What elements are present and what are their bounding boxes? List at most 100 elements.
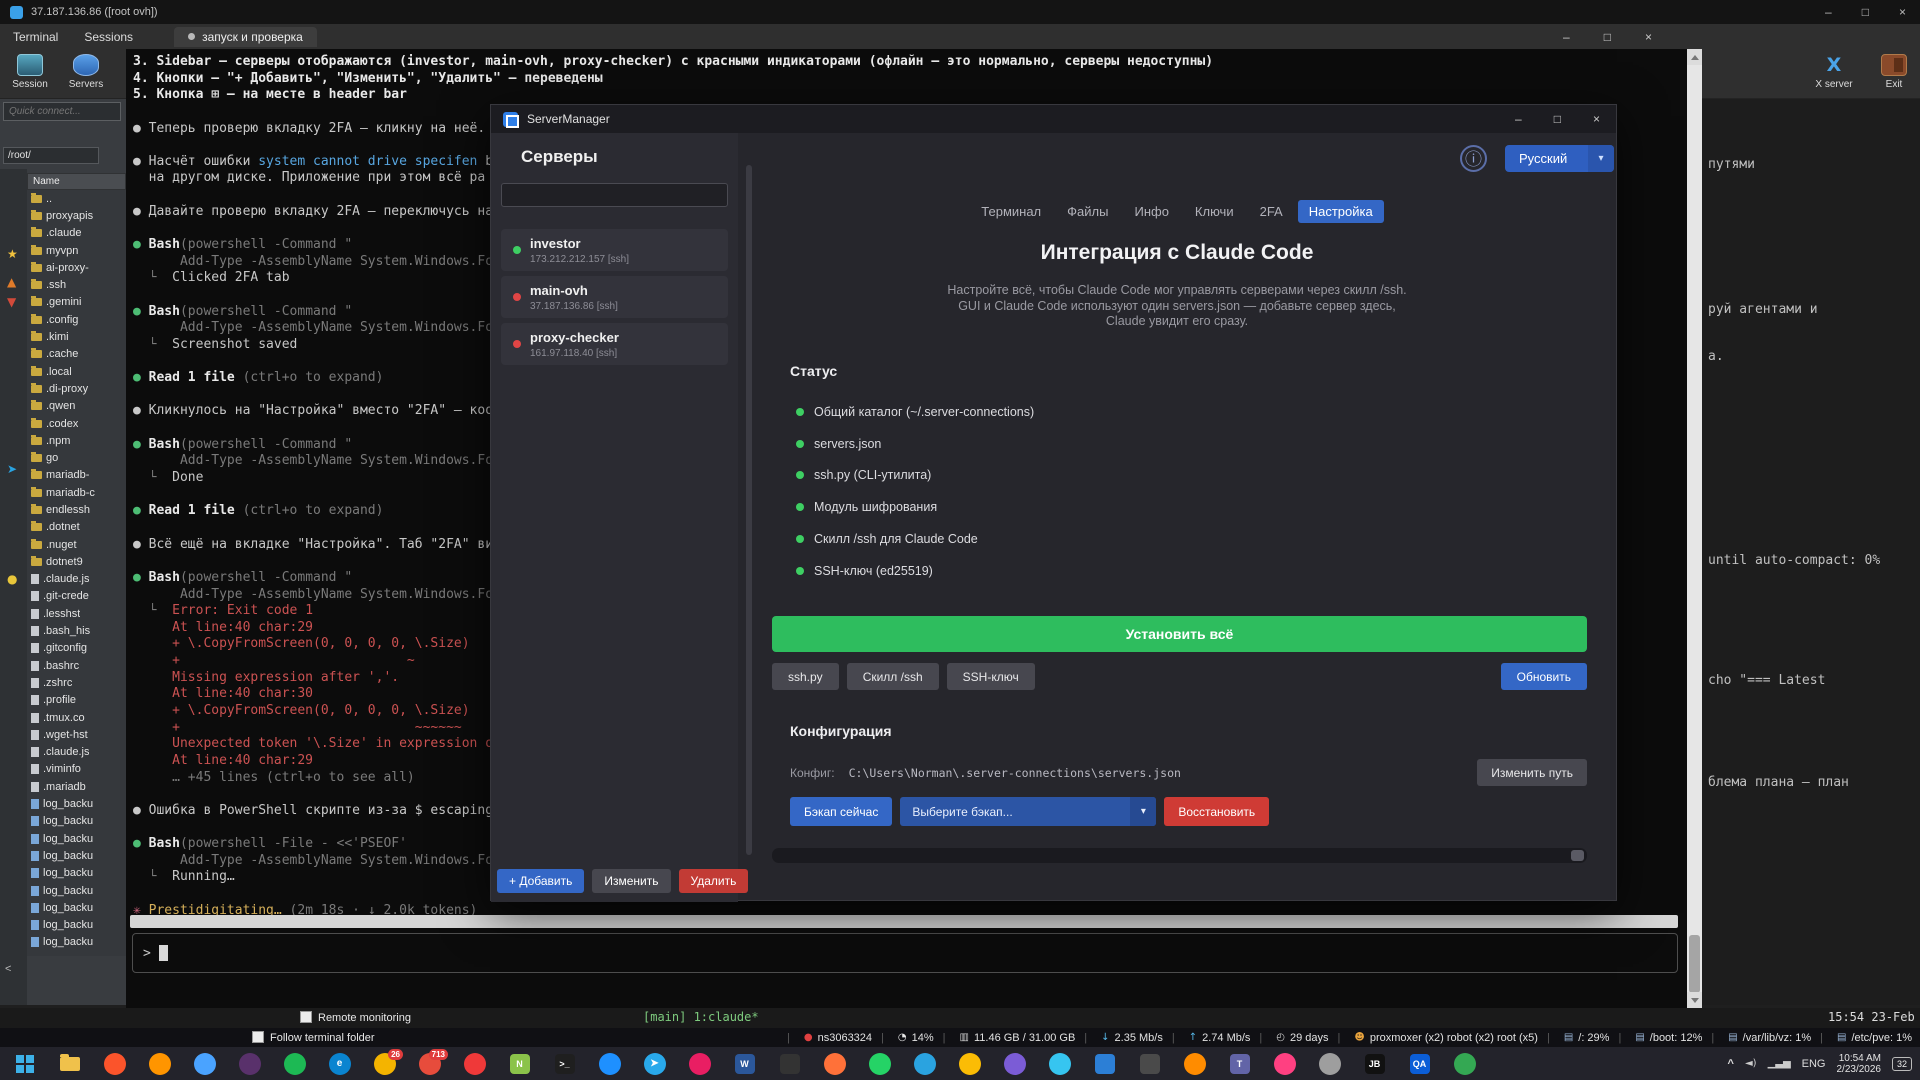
file-tree-row[interactable]: .dotnet: [27, 519, 126, 536]
file-tree-row[interactable]: log_backu: [27, 934, 126, 951]
taskbar-app-button[interactable]: e: [317, 1047, 362, 1080]
taskbar-app-button[interactable]: [182, 1047, 227, 1080]
window-control-icon[interactable]: –: [1563, 30, 1570, 44]
file-tree-row[interactable]: .ssh: [27, 276, 126, 293]
file-tree-row[interactable]: .di-proxy: [27, 380, 126, 397]
refresh-button[interactable]: Обновить: [1501, 663, 1587, 690]
file-tree-row[interactable]: myvpn: [27, 242, 126, 259]
component-install-button[interactable]: Скилл /ssh: [847, 663, 939, 690]
taskbar-app-button[interactable]: JB: [1352, 1047, 1397, 1080]
file-tree-row[interactable]: .kimi: [27, 328, 126, 345]
notification-center-icon[interactable]: 32: [1892, 1057, 1912, 1071]
servers-button[interactable]: Servers: [58, 54, 114, 90]
window-control-icon[interactable]: ×: [1899, 5, 1906, 19]
taskbar-app-button[interactable]: N: [497, 1047, 542, 1080]
taskbar-app-button[interactable]: [452, 1047, 497, 1080]
file-tree-row[interactable]: dotnet9: [27, 553, 126, 570]
taskbar-app-button[interactable]: >_: [542, 1047, 587, 1080]
file-tree-row[interactable]: .tmux.co: [27, 709, 126, 726]
component-install-button[interactable]: SSH-ключ: [947, 663, 1035, 690]
taskbar-app-button[interactable]: [587, 1047, 632, 1080]
taskbar-app-button[interactable]: 26: [362, 1047, 407, 1080]
taskbar-app-button[interactable]: [1172, 1047, 1217, 1080]
quick-connect-input[interactable]: [3, 102, 121, 121]
volume-icon[interactable]: ◄): [1745, 1058, 1757, 1069]
server-list-item[interactable]: main-ovh 37.187.136.86 [ssh]: [501, 276, 728, 318]
sidebar-icon[interactable]: ▼: [7, 295, 16, 309]
file-tree-row[interactable]: .viminfo: [27, 761, 126, 778]
window-control-icon[interactable]: ×: [1645, 30, 1652, 44]
scroll-up-icon[interactable]: [1687, 49, 1702, 65]
taskbar-app-button[interactable]: T: [1217, 1047, 1262, 1080]
file-tree-row[interactable]: .config: [27, 311, 126, 328]
backup-now-button[interactable]: Бэкап сейчас: [790, 797, 892, 826]
sm-tab[interactable]: Инфо: [1123, 200, 1179, 223]
info-button[interactable]: ⓘ: [1460, 145, 1487, 172]
file-tree-row[interactable]: endlessh: [27, 501, 126, 518]
sm-tab[interactable]: Настройка: [1298, 200, 1384, 223]
taskbar-app-button[interactable]: [1307, 1047, 1352, 1080]
file-tree-row[interactable]: log_backu: [27, 865, 126, 882]
file-tree-row[interactable]: mariadb-c: [27, 484, 126, 501]
file-tree-row[interactable]: .qwen: [27, 398, 126, 415]
install-all-button[interactable]: Установить всё: [772, 616, 1587, 652]
session-button[interactable]: Session: [2, 54, 58, 90]
file-tree-row[interactable]: log_backu: [27, 813, 126, 830]
taskbar-app-button[interactable]: [1262, 1047, 1307, 1080]
taskbar-app-button[interactable]: W: [722, 1047, 767, 1080]
file-tree-row[interactable]: log_backu: [27, 899, 126, 916]
file-tree-row[interactable]: log_backu: [27, 916, 126, 933]
terminal-tab[interactable]: запуск и проверка: [174, 27, 317, 47]
taskbar-app-button[interactable]: [677, 1047, 722, 1080]
sm-titlebar[interactable]: ServerManager –□×: [491, 105, 1616, 133]
taskbar-app-button[interactable]: [137, 1047, 182, 1080]
window-control-icon[interactable]: □: [1554, 112, 1561, 126]
taskbar-app-button[interactable]: [992, 1047, 1037, 1080]
file-tree-row[interactable]: ..: [27, 190, 126, 207]
file-tree-row[interactable]: log_backu: [27, 882, 126, 899]
tray-clock[interactable]: 10:54 AM 2/23/2026: [1836, 1053, 1881, 1075]
window-control-icon[interactable]: □: [1604, 30, 1611, 44]
horizontal-scrollbar[interactable]: [130, 915, 1678, 928]
tree-scroll-left-button[interactable]: <: [5, 963, 11, 975]
file-tree-row[interactable]: log_backu: [27, 795, 126, 812]
sidebar-icon[interactable]: ➤: [7, 462, 17, 476]
file-tree-row[interactable]: .codex: [27, 415, 126, 432]
server-list-item[interactable]: investor 173.212.212.157 [ssh]: [501, 229, 728, 271]
file-tree-row[interactable]: .claude: [27, 225, 126, 242]
menu-item[interactable]: Terminal: [0, 30, 71, 44]
file-tree-row[interactable]: .local: [27, 363, 126, 380]
sm-tab[interactable]: 2FA: [1249, 200, 1294, 223]
taskbar-app-button[interactable]: [947, 1047, 992, 1080]
taskbar-app-button[interactable]: [1127, 1047, 1172, 1080]
component-install-button[interactable]: ssh.py: [772, 663, 839, 690]
backup-select[interactable]: Выберите бэкап... ▾: [900, 797, 1156, 826]
file-tree-header[interactable]: Name: [27, 173, 126, 190]
file-tree-row[interactable]: mariadb-: [27, 467, 126, 484]
file-tree-row[interactable]: .gemini: [27, 294, 126, 311]
follow-folder-checkbox[interactable]: Follow terminal folder: [252, 1031, 375, 1044]
sm-bottom-scrollbar[interactable]: [772, 848, 1587, 863]
file-tree-row[interactable]: log_backu: [27, 847, 126, 864]
taskbar-app-button[interactable]: ➤: [632, 1047, 677, 1080]
file-tree-row[interactable]: .cache: [27, 346, 126, 363]
file-tree-row[interactable]: .bash_his: [27, 622, 126, 639]
xserver-button[interactable]: X X server: [1806, 54, 1862, 90]
edit-server-button[interactable]: Изменить: [592, 869, 670, 893]
file-tree-row[interactable]: ai-proxy-: [27, 259, 126, 276]
file-tree-row[interactable]: .mariadb: [27, 778, 126, 795]
taskbar-app-button[interactable]: [2, 1047, 47, 1080]
scrollbar-thumb[interactable]: [1571, 850, 1584, 861]
file-tree-row[interactable]: .bashrc: [27, 657, 126, 674]
taskbar-app-button[interactable]: QA: [1397, 1047, 1442, 1080]
sm-tab[interactable]: Файлы: [1056, 200, 1119, 223]
restore-button[interactable]: Восстановить: [1164, 797, 1269, 826]
file-tree-row[interactable]: proxyapis: [27, 207, 126, 224]
sidebar-icon[interactable]: ●: [7, 572, 17, 586]
taskbar-app-button[interactable]: [1082, 1047, 1127, 1080]
file-tree-row[interactable]: .lesshst: [27, 605, 126, 622]
window-control-icon[interactable]: –: [1515, 112, 1522, 126]
sm-tab[interactable]: Терминал: [970, 200, 1052, 223]
language-indicator[interactable]: ENG: [1802, 1058, 1826, 1070]
window-control-icon[interactable]: ×: [1593, 112, 1600, 126]
